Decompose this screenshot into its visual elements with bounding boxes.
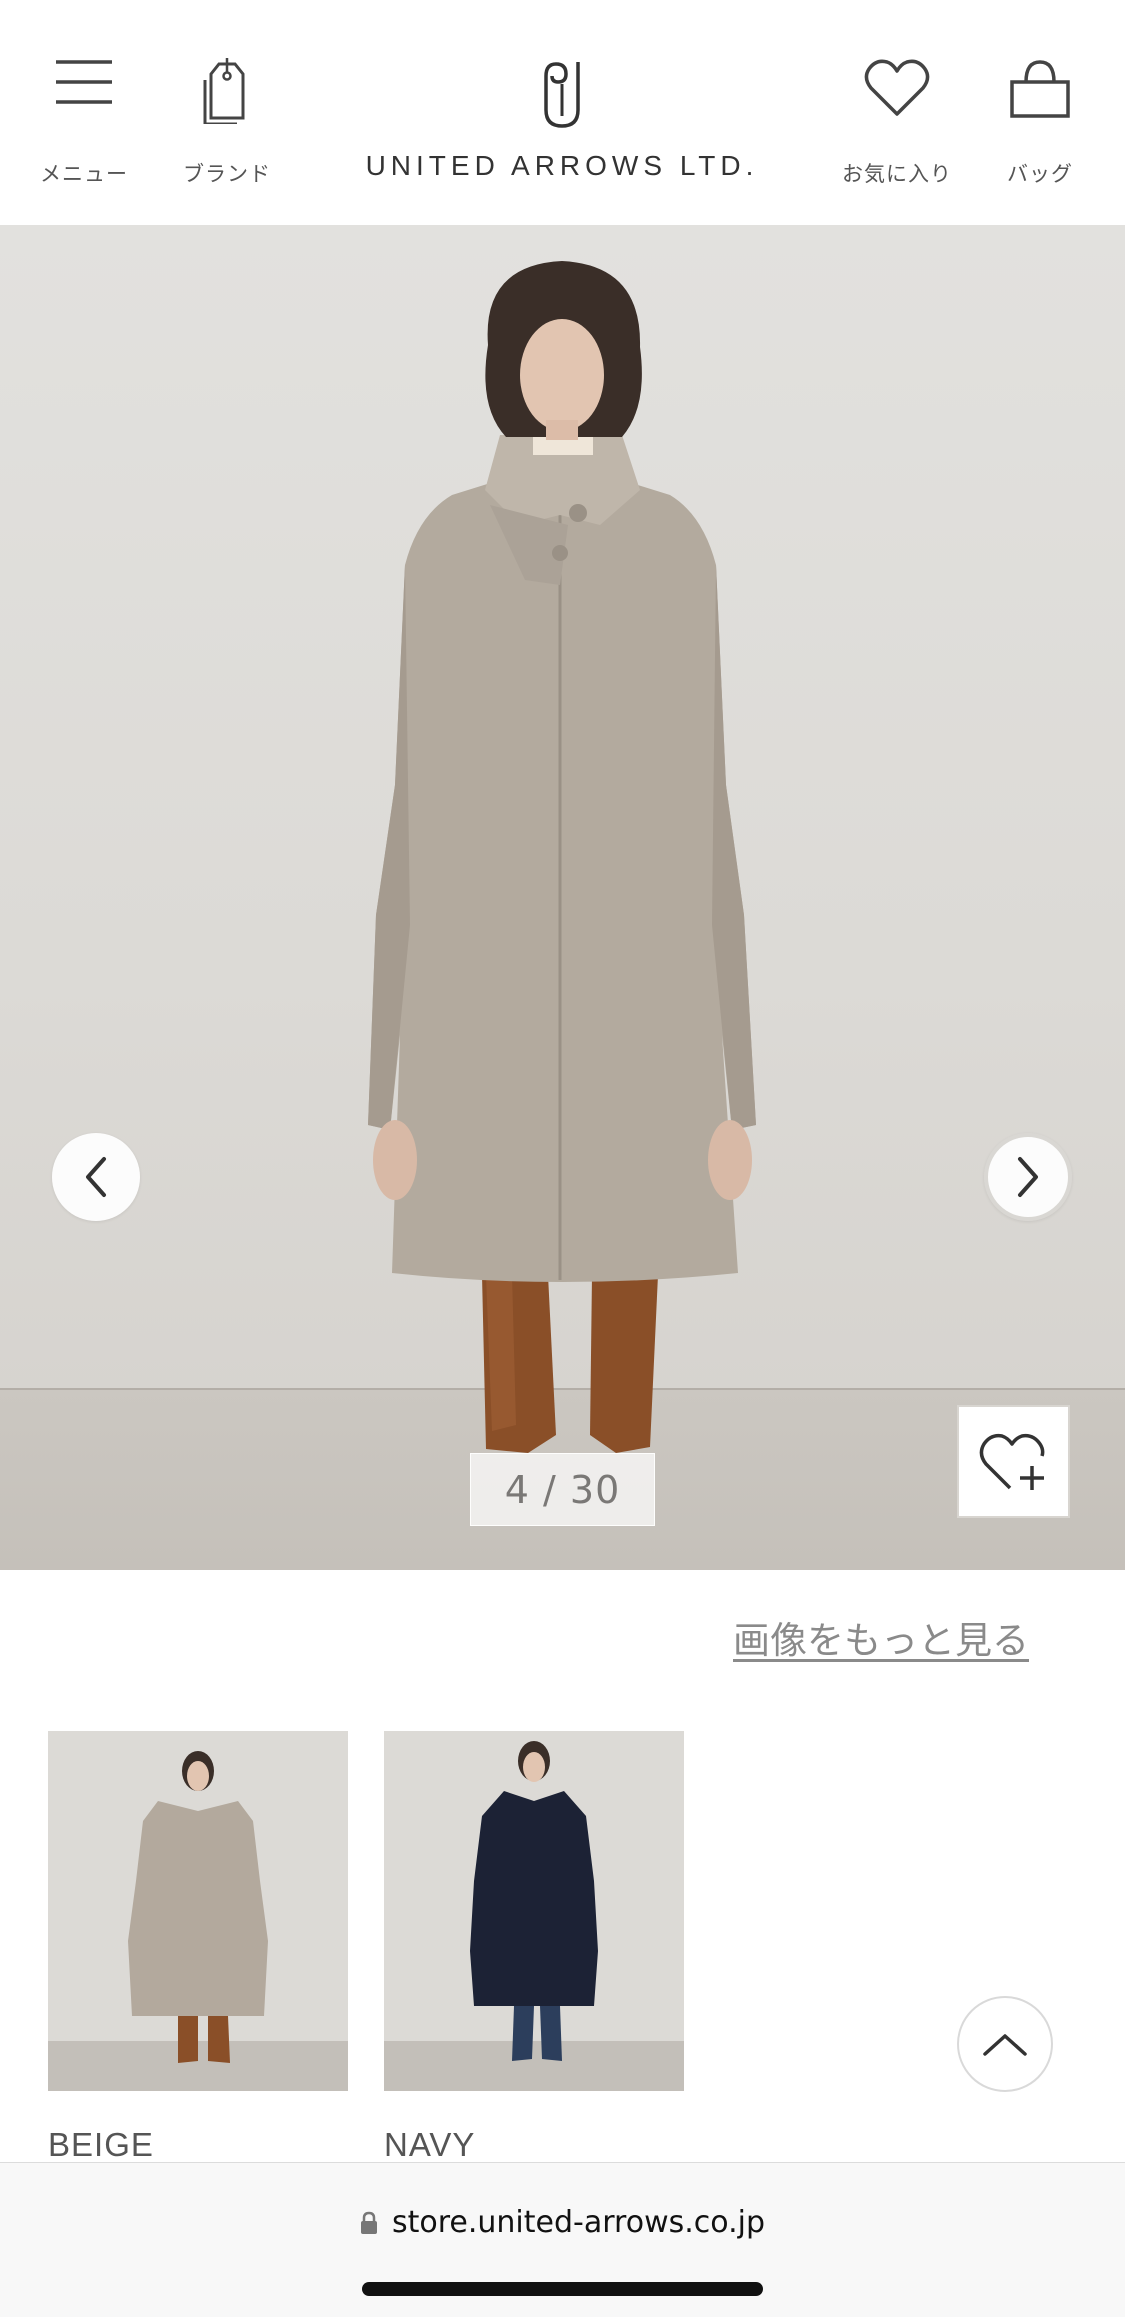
variant-color-name: NAVY (384, 2126, 476, 2163)
brand-logo-icon (544, 62, 580, 128)
site-header: メニュー ブランド UNITED ARROWS LTD. お気に入り バッグ (0, 0, 1125, 225)
heart-plus-icon (979, 1433, 1044, 1490)
brand-button[interactable]: ブランド (157, 58, 297, 198)
url-text: store.united-arrows.co.jp (391, 2205, 766, 2240)
favorites-button[interactable]: お気に入り (827, 58, 967, 198)
menu-button[interactable]: メニュー (14, 58, 154, 198)
logo-text: UNITED ARROWS LTD. (365, 150, 759, 181)
favorites-label: お気に入り (842, 162, 952, 186)
brand-logo[interactable]: UNITED ARROWS LTD. (362, 60, 762, 190)
image-counter: 4 / 30 (470, 1453, 655, 1526)
hamburger-icon (56, 60, 112, 104)
model-photo (368, 261, 756, 1453)
bag-icon (1010, 60, 1070, 118)
variant-thumbnail (48, 1731, 348, 2091)
color-variant-navy[interactable]: NAVY (384, 1731, 684, 2163)
variant-photo-beige (48, 1731, 348, 2091)
menu-label: メニュー (40, 162, 128, 186)
previous-image-button[interactable] (52, 1133, 140, 1221)
chevron-up-icon (983, 2034, 1027, 2056)
more-images-link[interactable]: 画像をもっと見る (733, 1610, 1029, 1664)
chevron-left-icon (86, 1157, 106, 1197)
bag-button[interactable]: バッグ (970, 58, 1110, 198)
variant-thumbnail (384, 1731, 684, 2091)
scroll-to-top-button[interactable] (957, 1996, 1053, 2092)
next-image-button[interactable] (984, 1133, 1072, 1221)
chevron-right-icon (1018, 1157, 1038, 1197)
color-variant-beige[interactable]: BEIGE (48, 1731, 348, 2163)
bag-label: バッグ (1007, 162, 1073, 186)
home-indicator[interactable] (362, 2282, 763, 2296)
variant-color-name: BEIGE (48, 2126, 154, 2163)
product-image-carousel[interactable]: 4 / 30 (0, 225, 1125, 1570)
brand-label: ブランド (183, 162, 271, 186)
heart-icon (864, 59, 930, 116)
lock-icon (360, 2211, 377, 2234)
add-to-favorites-button[interactable] (957, 1405, 1070, 1518)
variant-photo-navy (384, 1731, 684, 2091)
tag-icon (203, 58, 245, 124)
